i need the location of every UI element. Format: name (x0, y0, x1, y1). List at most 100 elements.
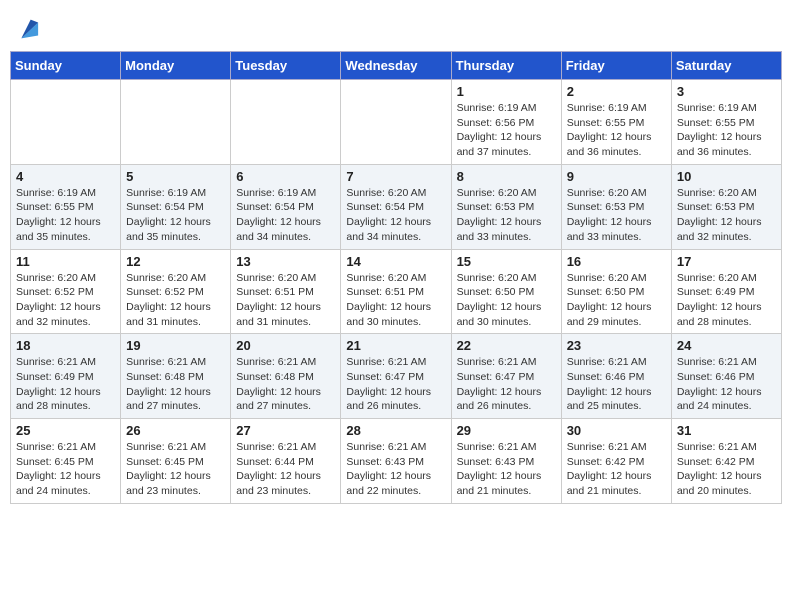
day-info: Sunrise: 6:20 AM Sunset: 6:54 PM Dayligh… (346, 186, 445, 245)
day-number: 3 (677, 84, 776, 99)
day-info: Sunrise: 6:19 AM Sunset: 6:56 PM Dayligh… (457, 101, 556, 160)
calendar-cell: 25 Sunrise: 6:21 AM Sunset: 6:45 PM Dayli… (11, 419, 121, 504)
day-number: 5 (126, 169, 225, 184)
calendar-cell: 3 Sunrise: 6:19 AM Sunset: 6:55 PM Daylig… (671, 80, 781, 165)
day-number: 8 (457, 169, 556, 184)
day-info: Sunrise: 6:19 AM Sunset: 6:54 PM Dayligh… (126, 186, 225, 245)
day-number: 22 (457, 338, 556, 353)
day-number: 24 (677, 338, 776, 353)
calendar-cell (341, 80, 451, 165)
calendar-cell (11, 80, 121, 165)
day-info: Sunrise: 6:21 AM Sunset: 6:42 PM Dayligh… (677, 440, 776, 499)
day-info: Sunrise: 6:21 AM Sunset: 6:44 PM Dayligh… (236, 440, 335, 499)
day-info: Sunrise: 6:21 AM Sunset: 6:46 PM Dayligh… (567, 355, 666, 414)
day-info: Sunrise: 6:21 AM Sunset: 6:48 PM Dayligh… (236, 355, 335, 414)
calendar-cell: 18Sunrise: 6:21 AM Sunset: 6:49 PM Dayli… (11, 334, 121, 419)
calendar-week-row: 4 Sunrise: 6:19 AM Sunset: 6:55 PM Daylig… (11, 164, 782, 249)
calendar-cell: 4 Sunrise: 6:19 AM Sunset: 6:55 PM Daylig… (11, 164, 121, 249)
calendar-cell: 13Sunrise: 6:20 AM Sunset: 6:51 PM Dayli… (231, 249, 341, 334)
day-number: 11 (16, 254, 115, 269)
day-info: Sunrise: 6:21 AM Sunset: 6:43 PM Dayligh… (457, 440, 556, 499)
day-number: 27 (236, 423, 335, 438)
day-number: 2 (567, 84, 666, 99)
day-number: 12 (126, 254, 225, 269)
day-info: Sunrise: 6:21 AM Sunset: 6:45 PM Dayligh… (16, 440, 115, 499)
day-number: 10 (677, 169, 776, 184)
calendar-cell: 24 Sunrise: 6:21 AM Sunset: 6:46 PM Dayli… (671, 334, 781, 419)
day-info: Sunrise: 6:19 AM Sunset: 6:54 PM Dayligh… (236, 186, 335, 245)
day-info: Sunrise: 6:20 AM Sunset: 6:53 PM Dayligh… (677, 186, 776, 245)
col-header-friday: Friday (561, 52, 671, 80)
day-info: Sunrise: 6:21 AM Sunset: 6:45 PM Dayligh… (126, 440, 225, 499)
day-number: 30 (567, 423, 666, 438)
day-info: Sunrise: 6:21 AM Sunset: 6:46 PM Dayligh… (677, 355, 776, 414)
calendar-week-row: 1 Sunrise: 6:19 AM Sunset: 6:56 PM Daylig… (11, 80, 782, 165)
col-header-sunday: Sunday (11, 52, 121, 80)
col-header-monday: Monday (121, 52, 231, 80)
day-number: 17 (677, 254, 776, 269)
day-number: 1 (457, 84, 556, 99)
col-header-saturday: Saturday (671, 52, 781, 80)
logo (10, 15, 40, 43)
calendar-cell (121, 80, 231, 165)
day-number: 25 (16, 423, 115, 438)
calendar-week-row: 18Sunrise: 6:21 AM Sunset: 6:49 PM Dayli… (11, 334, 782, 419)
calendar-cell: 15Sunrise: 6:20 AM Sunset: 6:50 PM Dayli… (451, 249, 561, 334)
calendar-cell: 2 Sunrise: 6:19 AM Sunset: 6:55 PM Daylig… (561, 80, 671, 165)
day-info: Sunrise: 6:21 AM Sunset: 6:48 PM Dayligh… (126, 355, 225, 414)
calendar-cell: 17 Sunrise: 6:20 AM Sunset: 6:49 PM Dayli… (671, 249, 781, 334)
calendar-cell: 14Sunrise: 6:20 AM Sunset: 6:51 PM Dayli… (341, 249, 451, 334)
calendar-cell: 16 Sunrise: 6:20 AM Sunset: 6:50 PM Dayli… (561, 249, 671, 334)
day-info: Sunrise: 6:20 AM Sunset: 6:49 PM Dayligh… (677, 271, 776, 330)
calendar-cell: 19 Sunrise: 6:21 AM Sunset: 6:48 PM Dayli… (121, 334, 231, 419)
col-header-tuesday: Tuesday (231, 52, 341, 80)
calendar-cell: 20Sunrise: 6:21 AM Sunset: 6:48 PM Dayli… (231, 334, 341, 419)
col-header-thursday: Thursday (451, 52, 561, 80)
calendar-cell: 23 Sunrise: 6:21 AM Sunset: 6:46 PM Dayli… (561, 334, 671, 419)
day-info: Sunrise: 6:20 AM Sunset: 6:50 PM Dayligh… (567, 271, 666, 330)
day-info: Sunrise: 6:20 AM Sunset: 6:53 PM Dayligh… (457, 186, 556, 245)
day-number: 7 (346, 169, 445, 184)
day-number: 9 (567, 169, 666, 184)
day-info: Sunrise: 6:20 AM Sunset: 6:53 PM Dayligh… (567, 186, 666, 245)
calendar-cell: 31Sunrise: 6:21 AM Sunset: 6:42 PM Dayli… (671, 419, 781, 504)
day-number: 19 (126, 338, 225, 353)
calendar-header-row: SundayMondayTuesdayWednesdayThursdayFrid… (11, 52, 782, 80)
day-number: 21 (346, 338, 445, 353)
day-info: Sunrise: 6:19 AM Sunset: 6:55 PM Dayligh… (567, 101, 666, 160)
calendar-cell: 22 Sunrise: 6:21 AM Sunset: 6:47 PM Dayli… (451, 334, 561, 419)
calendar-cell: 21 Sunrise: 6:21 AM Sunset: 6:47 PM Dayli… (341, 334, 451, 419)
day-info: Sunrise: 6:20 AM Sunset: 6:52 PM Dayligh… (16, 271, 115, 330)
day-info: Sunrise: 6:20 AM Sunset: 6:51 PM Dayligh… (236, 271, 335, 330)
calendar-cell: 29 Sunrise: 6:21 AM Sunset: 6:43 PM Dayli… (451, 419, 561, 504)
day-info: Sunrise: 6:21 AM Sunset: 6:42 PM Dayligh… (567, 440, 666, 499)
calendar-table: SundayMondayTuesdayWednesdayThursdayFrid… (10, 51, 782, 504)
day-info: Sunrise: 6:21 AM Sunset: 6:47 PM Dayligh… (457, 355, 556, 414)
day-number: 4 (16, 169, 115, 184)
day-info: Sunrise: 6:20 AM Sunset: 6:52 PM Dayligh… (126, 271, 225, 330)
calendar-cell: 5 Sunrise: 6:19 AM Sunset: 6:54 PM Daylig… (121, 164, 231, 249)
day-info: Sunrise: 6:21 AM Sunset: 6:49 PM Dayligh… (16, 355, 115, 414)
day-info: Sunrise: 6:21 AM Sunset: 6:43 PM Dayligh… (346, 440, 445, 499)
day-info: Sunrise: 6:20 AM Sunset: 6:51 PM Dayligh… (346, 271, 445, 330)
calendar-cell: 6Sunrise: 6:19 AM Sunset: 6:54 PM Daylig… (231, 164, 341, 249)
calendar-cell: 26 Sunrise: 6:21 AM Sunset: 6:45 PM Dayli… (121, 419, 231, 504)
day-number: 26 (126, 423, 225, 438)
day-number: 28 (346, 423, 445, 438)
day-number: 16 (567, 254, 666, 269)
day-info: Sunrise: 6:19 AM Sunset: 6:55 PM Dayligh… (16, 186, 115, 245)
logo-icon (12, 15, 40, 43)
day-number: 29 (457, 423, 556, 438)
calendar-cell: 1 Sunrise: 6:19 AM Sunset: 6:56 PM Daylig… (451, 80, 561, 165)
page-header (10, 10, 782, 43)
calendar-week-row: 11 Sunrise: 6:20 AM Sunset: 6:52 PM Dayli… (11, 249, 782, 334)
calendar-cell: 11 Sunrise: 6:20 AM Sunset: 6:52 PM Dayli… (11, 249, 121, 334)
day-info: Sunrise: 6:21 AM Sunset: 6:47 PM Dayligh… (346, 355, 445, 414)
calendar-cell: 7 Sunrise: 6:20 AM Sunset: 6:54 PM Daylig… (341, 164, 451, 249)
day-info: Sunrise: 6:20 AM Sunset: 6:50 PM Dayligh… (457, 271, 556, 330)
day-info: Sunrise: 6:19 AM Sunset: 6:55 PM Dayligh… (677, 101, 776, 160)
day-number: 23 (567, 338, 666, 353)
col-header-wednesday: Wednesday (341, 52, 451, 80)
calendar-cell: 27 Sunrise: 6:21 AM Sunset: 6:44 PM Dayli… (231, 419, 341, 504)
calendar-cell: 9 Sunrise: 6:20 AM Sunset: 6:53 PM Daylig… (561, 164, 671, 249)
